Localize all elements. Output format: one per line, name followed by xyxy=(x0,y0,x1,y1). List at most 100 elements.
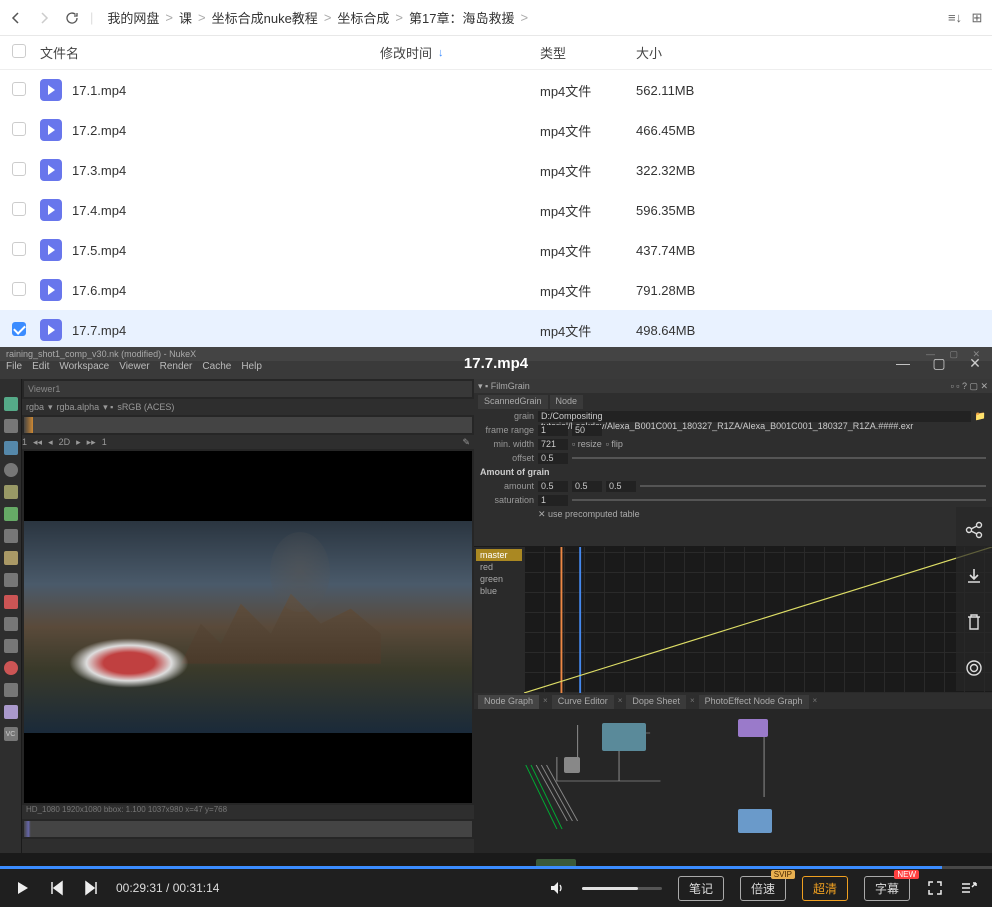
prop-tab: ScannedGrain xyxy=(478,395,548,409)
quality-button[interactable]: 超清 xyxy=(802,876,848,901)
row-checkbox[interactable] xyxy=(12,162,26,176)
video-file-icon xyxy=(40,319,62,341)
sort-arrow-icon: ↓ xyxy=(438,47,444,59)
column-time[interactable]: 修改时间↓ xyxy=(380,43,540,62)
file-type: mp4文件 xyxy=(540,121,636,140)
properties-panel: ▾ ▪ FilmGrain▫ ▫ ? ▢ ✕ ScannedGrainNode … xyxy=(474,379,992,547)
tool-icon xyxy=(4,463,18,477)
video-file-icon xyxy=(40,279,62,301)
tool-icon xyxy=(4,529,18,543)
file-size: 596.35MB xyxy=(636,203,756,218)
grid-view-icon[interactable]: ⊞ xyxy=(968,10,986,26)
curve-channel: red xyxy=(476,561,522,573)
column-size[interactable]: 大小 xyxy=(636,43,756,62)
delete-icon[interactable] xyxy=(963,611,985,633)
tool-icon xyxy=(4,507,18,521)
pip-button[interactable] xyxy=(960,879,978,897)
nuke-viewer: Viewer1 rgba▾ rgba.alpha▾ ▪ sRGB (ACES) … xyxy=(22,347,474,853)
speed-button[interactable]: 倍速SVIP xyxy=(740,876,786,901)
video-file-icon xyxy=(40,159,62,181)
column-name[interactable]: 文件名 xyxy=(40,43,380,62)
maximize-button[interactable]: ▢ xyxy=(930,355,948,372)
video-player: raining_shot1_comp_v30.nk (modified) - N… xyxy=(0,347,992,907)
breadcrumb-item[interactable]: 坐标合成 xyxy=(337,8,389,27)
node xyxy=(738,809,772,833)
file-size: 322.32MB xyxy=(636,163,756,178)
nodegraph-tab: Curve Editor xyxy=(552,695,614,709)
viewer-tab: Viewer1 xyxy=(24,381,472,397)
refresh-button[interactable] xyxy=(62,8,82,28)
node xyxy=(602,723,646,751)
curve-channel: master xyxy=(476,549,522,561)
column-headers: 文件名 修改时间↓ 类型 大小 xyxy=(0,36,992,70)
video-content: raining_shot1_comp_v30.nk (modified) - N… xyxy=(0,347,992,853)
row-checkbox[interactable] xyxy=(12,282,26,296)
file-name: 17.2.mp4 xyxy=(72,123,126,138)
back-button[interactable] xyxy=(6,8,26,28)
tool-icon xyxy=(4,661,18,675)
tool-icon xyxy=(4,419,18,433)
file-row[interactable]: 17.2.mp4mp4文件466.45MB xyxy=(0,110,992,150)
file-list: 17.1.mp4mp4文件562.11MB17.2.mp4mp4文件466.45… xyxy=(0,70,992,350)
minimize-button[interactable]: — xyxy=(894,355,912,372)
download-icon[interactable] xyxy=(963,565,985,587)
tool-icon xyxy=(4,683,18,697)
viewer-playback-controls xyxy=(22,839,474,853)
volume-slider[interactable] xyxy=(582,887,662,890)
tool-icon: VC xyxy=(4,727,18,741)
node xyxy=(564,757,580,773)
breadcrumb: 我的网盘> 课> 坐标合成nuke教程> 坐标合成> 第17章：海岛救援> xyxy=(107,8,938,27)
breadcrumb-item[interactable]: 第17章：海岛救援 xyxy=(409,8,514,27)
breadcrumb-item[interactable]: 课 xyxy=(179,8,192,27)
file-row[interactable]: 17.3.mp4mp4文件322.32MB xyxy=(0,150,992,190)
file-type: mp4文件 xyxy=(540,241,636,260)
row-checkbox[interactable] xyxy=(12,82,26,96)
file-row[interactable]: 17.6.mp4mp4文件791.28MB xyxy=(0,270,992,310)
notes-button[interactable]: 笔记 xyxy=(678,876,724,901)
row-checkbox[interactable] xyxy=(12,202,26,216)
file-row[interactable]: 17.4.mp4mp4文件596.35MB xyxy=(0,190,992,230)
play-button[interactable] xyxy=(14,879,32,897)
nodegraph-tab: Dope Sheet xyxy=(626,695,686,709)
subtitle-button[interactable]: 字幕NEW xyxy=(864,876,910,901)
file-type: mp4文件 xyxy=(540,201,636,220)
nuke-left-toolbar: VC xyxy=(0,347,22,853)
tool-icon xyxy=(4,485,18,499)
video-file-icon xyxy=(40,119,62,141)
breadcrumb-item[interactable]: 坐标合成nuke教程 xyxy=(212,8,318,27)
file-name: 17.1.mp4 xyxy=(72,83,126,98)
tool-icon xyxy=(4,573,18,587)
nodegraph-panel: Node Graph×Curve Editor×Dope Sheet×Photo… xyxy=(474,693,992,853)
file-name: 17.7.mp4 xyxy=(72,323,126,338)
forward-button[interactable] xyxy=(34,8,54,28)
tool-icon xyxy=(4,705,18,719)
file-row[interactable]: 17.5.mp4mp4文件437.74MB xyxy=(0,230,992,270)
view-options: ≡↓ ⊞ xyxy=(946,10,986,26)
volume-icon[interactable] xyxy=(548,879,566,897)
prev-button[interactable] xyxy=(48,879,66,897)
row-checkbox[interactable] xyxy=(12,122,26,136)
settings-icon[interactable] xyxy=(963,657,985,679)
share-icon[interactable] xyxy=(963,519,985,541)
select-all-checkbox[interactable] xyxy=(12,44,26,58)
sort-icon[interactable]: ≡↓ xyxy=(946,10,964,26)
file-row[interactable]: 17.7.mp4mp4文件498.64MB xyxy=(0,310,992,350)
nodegraph-canvas xyxy=(474,709,992,853)
file-name: 17.3.mp4 xyxy=(72,163,126,178)
file-size: 437.74MB xyxy=(636,243,756,258)
scene-smoke xyxy=(270,532,330,612)
breadcrumb-item[interactable]: 我的网盘 xyxy=(107,8,159,27)
svip-badge: SVIP xyxy=(771,870,795,879)
nodegraph-tab: PhotoEffect Node Graph xyxy=(699,695,809,709)
viewer-timeline-bottom xyxy=(24,821,472,837)
nodegraph-tab: Node Graph xyxy=(478,695,539,709)
next-button[interactable] xyxy=(82,879,100,897)
column-type[interactable]: 类型 xyxy=(540,43,636,62)
row-checkbox[interactable] xyxy=(12,242,26,256)
row-checkbox[interactable] xyxy=(12,322,26,336)
time-display: 00:29:31 / 00:31:14 xyxy=(116,881,219,895)
file-row[interactable]: 17.1.mp4mp4文件562.11MB xyxy=(0,70,992,110)
close-button[interactable]: ✕ xyxy=(966,355,984,372)
tool-icon xyxy=(4,639,18,653)
fullscreen-button[interactable] xyxy=(926,879,944,897)
